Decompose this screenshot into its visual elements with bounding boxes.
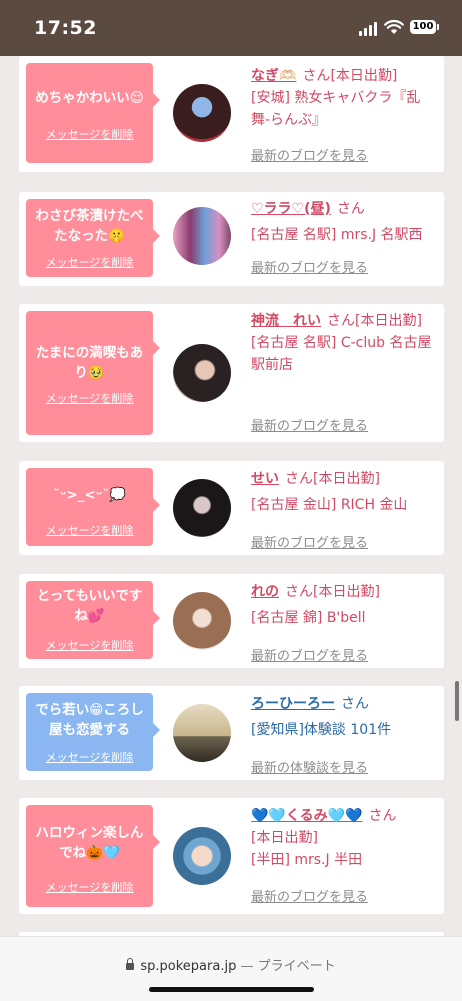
latest-blog-link[interactable]: 最新のブログを見る: [251, 415, 368, 434]
message-text: ハロウィン楽しんでね🎃🩵: [35, 825, 144, 861]
shop-info: [安城] 熟女キャバクラ『乱舞-らんぶ』: [251, 90, 421, 128]
address-url[interactable]: sp.pokepara.jp — プライベート: [0, 955, 462, 974]
list-item: でら若い😁ころし屋も恋愛する メッセージを削除 ろーひーろー さん [愛知県]体験…: [19, 686, 444, 780]
avatar[interactable]: [173, 479, 231, 537]
avatar[interactable]: [173, 207, 231, 265]
attendance-badge: [本日出勤]: [313, 471, 380, 487]
cast-name-link[interactable]: ♡ララ♡(昼): [251, 201, 331, 217]
list-item: たまにの満喫もあり🥹 メッセージを削除 神流 れい さん[本日出勤] [名古屋 名…: [19, 304, 444, 442]
avatar[interactable]: [173, 84, 231, 142]
privacy-label: — プライベート: [240, 959, 336, 974]
scrollbar[interactable]: [455, 681, 459, 721]
attendance-badge: [本日出勤]: [251, 830, 318, 846]
honorific: さん: [368, 808, 397, 824]
message-bubble: ˘ᵕ>_<ᵕ˘💭 メッセージを削除: [26, 468, 160, 546]
list-item: とってもいいですね💕 メッセージを削除 れの さん[本日出勤] [名古屋 錦] B…: [19, 574, 444, 668]
shop-info: [名古屋 名駅] C-club 名古屋駅前店: [251, 335, 432, 373]
message-text: ˘ᵕ>_<ᵕ˘💭: [53, 487, 126, 503]
lock-icon: [126, 958, 135, 970]
attendance-badge: [本日出勤]: [313, 584, 380, 600]
delete-message-link[interactable]: メッセージを削除: [26, 749, 153, 765]
attendance-badge: [本日出勤]: [355, 313, 422, 329]
message-text: とってもいいですね💕: [36, 588, 143, 624]
cast-name-link[interactable]: 💙🩵くるみ🩵💙: [251, 808, 362, 824]
shop-info: [名古屋 名駅] mrs.J 名駅西: [251, 227, 423, 243]
message-bubble: めちゃかわいい😌 メッセージを削除: [26, 63, 160, 163]
message-text: たまにの満喫もあり🥹: [35, 345, 144, 381]
shop-info: [名古屋 錦] B'bell: [251, 610, 366, 626]
list-item: わさび茶漬けたべたなった🤫 メッセージを削除 ♡ララ♡(昼) さん [名古屋 名駅…: [19, 192, 444, 286]
avatar[interactable]: [173, 592, 231, 650]
avatar[interactable]: [173, 827, 231, 885]
message-bubble: とってもいいですね💕 メッセージを削除: [26, 581, 160, 659]
list-item: めちゃかわいい😌 メッセージを削除 なぎ🫶🏻 さん[本日出勤] [安城] 熟女キャ…: [19, 56, 444, 172]
status-time: 17:52: [34, 17, 97, 39]
latest-blog-link[interactable]: 最新のブログを見る: [251, 257, 368, 276]
battery-icon: 100: [410, 20, 439, 34]
delete-message-link[interactable]: メッセージを削除: [26, 637, 153, 653]
cast-name-link[interactable]: なぎ🫶🏻: [251, 68, 296, 84]
shop-info: [名古屋 金山] RICH 金山: [251, 497, 408, 513]
cast-name-link[interactable]: 神流 れい: [251, 313, 321, 329]
latest-review-link[interactable]: 最新の体験談を見る: [251, 757, 368, 776]
cellular-signal-icon: [359, 22, 379, 36]
message-text: わさび茶漬けたべたなった🤫: [35, 208, 144, 244]
cast-name-link[interactable]: れの: [251, 584, 279, 600]
reviewer-name-link[interactable]: ろーひーろー: [251, 696, 335, 712]
message-bubble: わさび茶漬けたべたなった🤫 メッセージを削除: [26, 199, 160, 277]
avatar[interactable]: [173, 344, 231, 402]
message-bubble: でら若い😁ころし屋も恋愛する メッセージを削除: [26, 693, 160, 771]
delete-message-link[interactable]: メッセージを削除: [26, 879, 153, 895]
latest-blog-link[interactable]: 最新のブログを見る: [251, 532, 368, 551]
attendance-badge: [本日出勤]: [330, 68, 398, 84]
avatar[interactable]: [173, 704, 231, 762]
delete-message-link[interactable]: メッセージを削除: [26, 126, 153, 142]
latest-blog-link[interactable]: 最新のブログを見る: [251, 886, 368, 905]
home-indicator[interactable]: [149, 987, 314, 992]
latest-blog-link[interactable]: 最新のブログを見る: [251, 645, 368, 664]
cast-name-link[interactable]: せい: [251, 471, 279, 487]
url-text: sp.pokepara.jp: [140, 959, 237, 974]
delete-message-link[interactable]: メッセージを削除: [26, 254, 153, 270]
message-bubble: たまにの満喫もあり🥹 メッセージを削除: [26, 311, 160, 435]
message-text: めちゃかわいい😌: [35, 90, 144, 106]
honorific: さん: [336, 201, 365, 217]
list-item: ˘ᵕ>_<ᵕ˘💭 メッセージを削除 せい さん[本日出勤] [名古屋 金山] RI…: [19, 461, 444, 555]
message-text: でら若い😁ころし屋も恋愛する: [35, 702, 144, 738]
honorific: さん: [341, 696, 369, 712]
message-bubble: ハロウィン楽しんでね🎃🩵 メッセージを削除: [26, 805, 160, 907]
delete-message-link[interactable]: メッセージを削除: [26, 522, 153, 538]
review-count: [愛知県]体験談 101件: [251, 722, 392, 738]
wifi-icon: [384, 19, 404, 34]
latest-blog-link[interactable]: 最新のブログを見る: [251, 145, 368, 164]
honorific: さん: [285, 584, 313, 600]
honorific: さん: [327, 313, 355, 329]
list-item: ハロウィン楽しんでね🎃🩵 メッセージを削除 💙🩵くるみ🩵💙 さん [本日出勤] […: [19, 798, 444, 914]
delete-message-link[interactable]: メッセージを削除: [26, 390, 153, 406]
honorific: さん: [285, 471, 313, 487]
honorific: さん: [302, 68, 331, 84]
shop-info: [半田] mrs.J 半田: [251, 852, 363, 868]
status-bar: 17:52 100: [0, 0, 462, 56]
